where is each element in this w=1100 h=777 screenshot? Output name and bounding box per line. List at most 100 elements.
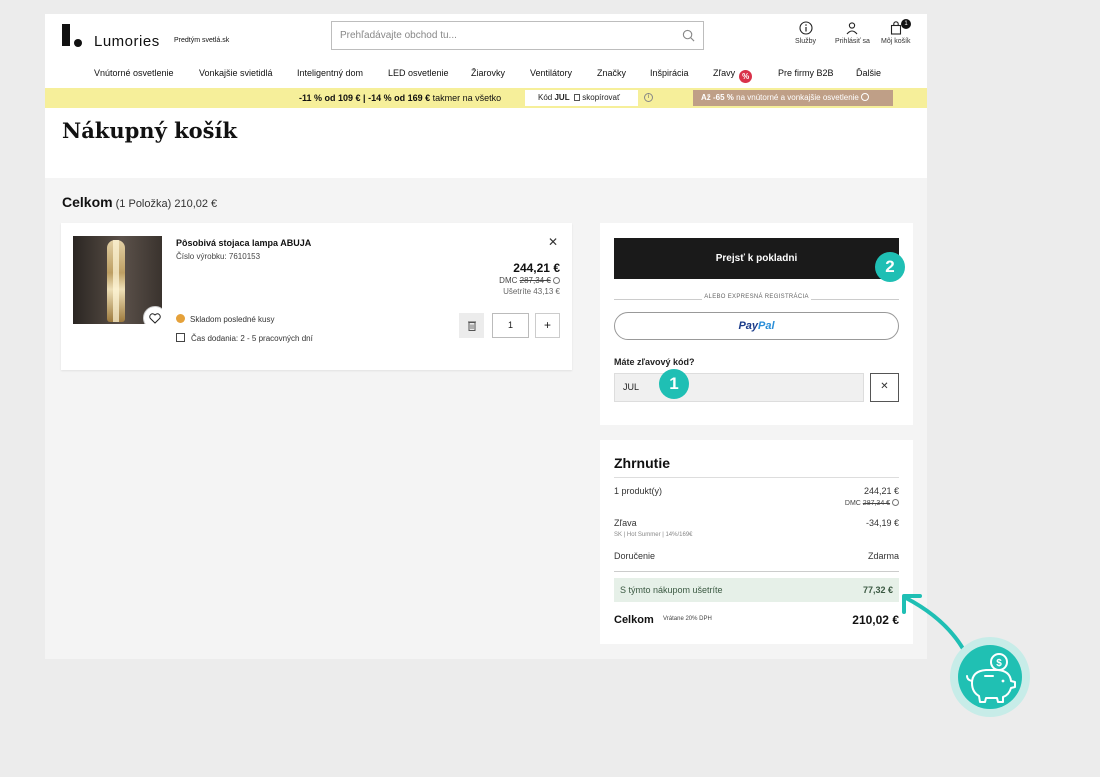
delete-item-button[interactable] — [459, 313, 484, 338]
wishlist-button[interactable] — [143, 306, 162, 324]
promo-offer-suffix: takmer na všetko — [430, 93, 502, 103]
heart-icon — [149, 313, 161, 324]
main-nav: Vnútorné osvetlenie Vonkajšie svietidlá … — [45, 68, 927, 86]
nav-smart-home[interactable]: Inteligentný dom — [297, 68, 363, 78]
delivery-time: Čas dodania: 2 - 5 pracovných dní — [176, 333, 313, 343]
info-icon — [861, 93, 870, 101]
promo-outdoor-banner[interactable]: Až -65 % na vnútorné a vonkajšie osvetle… — [693, 90, 893, 106]
quantity-input[interactable]: 1 — [492, 313, 529, 338]
search-placeholder: Prehľadávajte obchod tu... — [340, 30, 457, 41]
summary-shipping-value: Zdarma — [867, 551, 899, 561]
site-header: Lumories Predtým svetlá.sk Prehľadávajte… — [45, 14, 927, 88]
page-title: Nákupný košík — [62, 118, 237, 143]
grand-total-value: 210,02 € — [852, 613, 899, 627]
summary-divider-2 — [614, 571, 899, 572]
product-savings: Ušetríte 43,13 € — [503, 287, 560, 296]
summary-products-label: 1 produkt(y) — [614, 486, 663, 496]
promo-right-bold: Až -65 % — [701, 93, 734, 102]
paypal-button[interactable]: PayPal — [614, 312, 899, 340]
logo-dot — [74, 39, 82, 47]
summary-title: Zhrnutie — [614, 455, 670, 471]
search-icon[interactable] — [682, 29, 695, 42]
summary-discount-detail: SK | Hot Summer | 14%/169€ — [614, 532, 693, 538]
remove-coupon-close-icon[interactable]: ✕ — [870, 373, 899, 402]
cart-count-badge: 1 — [901, 19, 911, 29]
nav-led-lighting[interactable]: LED osvetlenie — [388, 68, 449, 78]
product-dmc: DMC 287,34 € — [499, 276, 560, 285]
summary-discount-label: Zľava — [614, 518, 637, 528]
summary-discount-value: -34,19 € — [865, 518, 899, 528]
promo-separator: | — [360, 93, 369, 103]
trash-icon — [468, 321, 476, 331]
summary-products-value: 244,21 € — [863, 486, 899, 496]
copy-icon — [574, 94, 581, 101]
coupon-label: Máte zľavový kód? — [614, 357, 695, 367]
product-image-highlight — [113, 240, 119, 322]
summary-dmc: DMC 287,34 € — [845, 499, 899, 507]
cart-item-count: (1 Položka) — [115, 198, 172, 210]
stock-status: Skladom posledné kusy — [176, 314, 275, 324]
info-icon — [798, 21, 813, 35]
nav-sale-label: Zľavy — [713, 68, 736, 78]
cart-button[interactable]: 1 Môj košík — [881, 19, 911, 45]
proceed-to-checkout-button[interactable]: Prejsť k pokladni — [614, 238, 899, 279]
nav-b2b[interactable]: Pre firmy B2B — [778, 68, 834, 78]
promo-bar: -11 % od 109 € | -14 % od 169 € takmer n… — [45, 88, 927, 108]
cart-total-amount: 210,02 € — [174, 198, 218, 210]
nav-inspiration[interactable]: Inšpirácia — [650, 68, 689, 78]
delivery-text: Čas dodania: 2 - 5 pracovných dní — [191, 334, 313, 343]
dmc-label: DMC — [499, 276, 518, 285]
stock-warning-icon — [176, 314, 185, 323]
nav-sale[interactable]: Zľavy% — [713, 68, 753, 83]
product-name[interactable]: Pôsobivá stojaca lampa ABUJA — [176, 238, 311, 248]
product-price: 244,21 € — [513, 261, 560, 275]
express-registration-divider: ALEBO EXPRESNÁ REGISTRÁCIA — [614, 294, 899, 304]
services-button[interactable]: Služby — [795, 21, 816, 45]
login-button[interactable]: Prihlásiť sa — [835, 21, 870, 45]
nav-more[interactable]: Ďalšie — [856, 68, 881, 78]
product-image[interactable] — [73, 236, 162, 324]
calendar-icon — [176, 333, 185, 342]
logo[interactable]: Lumories — [94, 33, 160, 50]
sale-percent-icon: % — [739, 70, 753, 83]
savings-label: S týmto nákupom ušetríte — [620, 585, 723, 595]
quantity-increase-button[interactable]: + — [535, 313, 560, 338]
annotation-marker-2: 2 — [875, 252, 905, 282]
piggy-bank-glyph: $ — [966, 653, 1016, 703]
summary-dmc-label: DMC — [844, 500, 861, 507]
login-label: Prihlásiť sa — [835, 38, 870, 45]
annotation-marker-1: 1 — [659, 369, 689, 399]
checkout-panel: Prejsť k pokladni ALEBO EXPRESNÁ REGISTR… — [600, 223, 913, 425]
savings-value: 77,32 € — [862, 585, 893, 595]
info-icon[interactable]: i — [644, 93, 653, 102]
search-input[interactable]: Prehľadávajte obchod tu... — [331, 21, 704, 50]
paypal-logo-b: Pal — [758, 320, 775, 332]
info-icon[interactable] — [892, 499, 899, 506]
nav-fans[interactable]: Ventilátory — [530, 68, 572, 78]
info-icon[interactable] — [553, 277, 560, 284]
user-icon — [847, 22, 858, 35]
nav-bulbs[interactable]: Žiarovky — [471, 68, 505, 78]
promo-code-label: Kód — [538, 93, 553, 102]
promo-code-box[interactable]: Kód JUL skopírovať — [525, 90, 638, 106]
summary-divider — [614, 477, 899, 478]
grand-total-vat: Vrátane 20% DPH — [663, 616, 712, 622]
logo-mark[interactable] — [62, 24, 70, 46]
paypal-logo-a: Pay — [738, 320, 759, 332]
nav-indoor-lighting[interactable]: Vnútorné osvetlenie — [94, 68, 174, 78]
services-label: Služby — [795, 38, 817, 45]
nav-outdoor-lights[interactable]: Vonkajšie svietidlá — [199, 68, 273, 78]
copy-code-link[interactable]: skopírovať — [582, 93, 620, 102]
cart-total-line: Celkom (1 Položka) 210,02 € — [62, 194, 217, 210]
grand-total-label: Celkom — [614, 614, 654, 626]
stock-text: Skladom posledné kusy — [190, 315, 275, 324]
promo-offer-b: -14 % od 169 € — [368, 93, 431, 103]
savings-box: S týmto nákupom ušetríte 77,32 € — [614, 578, 899, 602]
nav-brands[interactable]: Značky — [597, 68, 626, 78]
coupon-code-field[interactable]: JUL — [614, 373, 864, 402]
logo-tagline: Predtým svetlá.sk — [174, 37, 230, 44]
cart-label: Môj košík — [881, 38, 911, 45]
remove-item-close-icon[interactable]: ✕ — [548, 235, 558, 249]
promo-text: -11 % od 109 € | -14 % od 169 € takmer n… — [299, 93, 501, 103]
page: Lumories Predtým svetlá.sk Prehľadávajte… — [45, 14, 927, 659]
